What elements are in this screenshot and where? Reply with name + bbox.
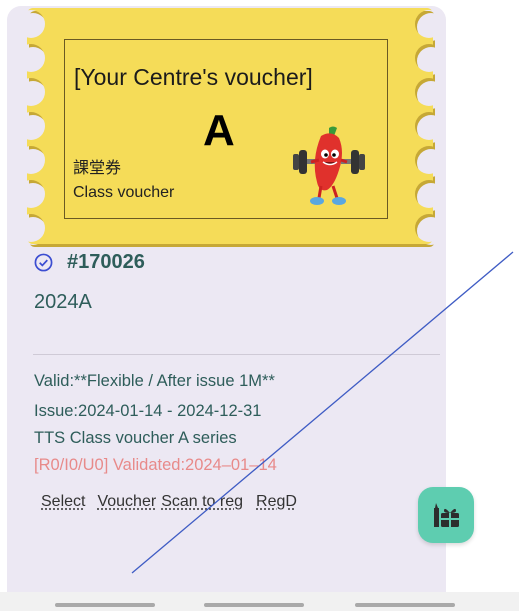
voucher-label-en: Class voucher [73,184,175,201]
scan-to-reg-link[interactable]: Scan to reg [161,493,243,511]
voucher-link[interactable]: Voucher [97,493,156,511]
voucher-series: 2024A [34,291,92,313]
nav-pill-right[interactable] [355,603,455,607]
validation-status-text: [R0/I0/U0] Validated:2024–01–14 [34,456,277,474]
regd-link[interactable]: RegD [256,493,297,511]
action-links: Select Voucher Scan to reg RegD [41,493,297,511]
voucher-label-zh: 課堂券 [73,158,122,177]
voucher-card: [Your Centre's voucher] A 課堂券 Class vouc… [7,6,446,600]
voucher-number: #170026 [67,251,145,273]
description-text: TTS Class voucher A series [34,429,237,447]
divider [33,354,440,355]
nav-pill-left[interactable] [55,603,155,607]
select-link[interactable]: Select [41,493,85,511]
issue-period-text: Issue:2024-01-14 - 2024-12-31 [34,402,262,420]
voucher-title: [Your Centre's voucher] [74,64,313,90]
check-circle-icon [34,253,53,272]
system-nav-bar [0,592,519,611]
validity-text: Valid:**Flexible / After issue 1M** [34,372,275,390]
gift-icon [434,503,459,527]
chili-mascot-icon [293,126,365,205]
nav-pill-center[interactable] [204,603,304,607]
voucher-id-row: #170026 [34,251,145,274]
gift-fab-button[interactable] [418,487,474,543]
voucher-letter: A [203,106,235,155]
